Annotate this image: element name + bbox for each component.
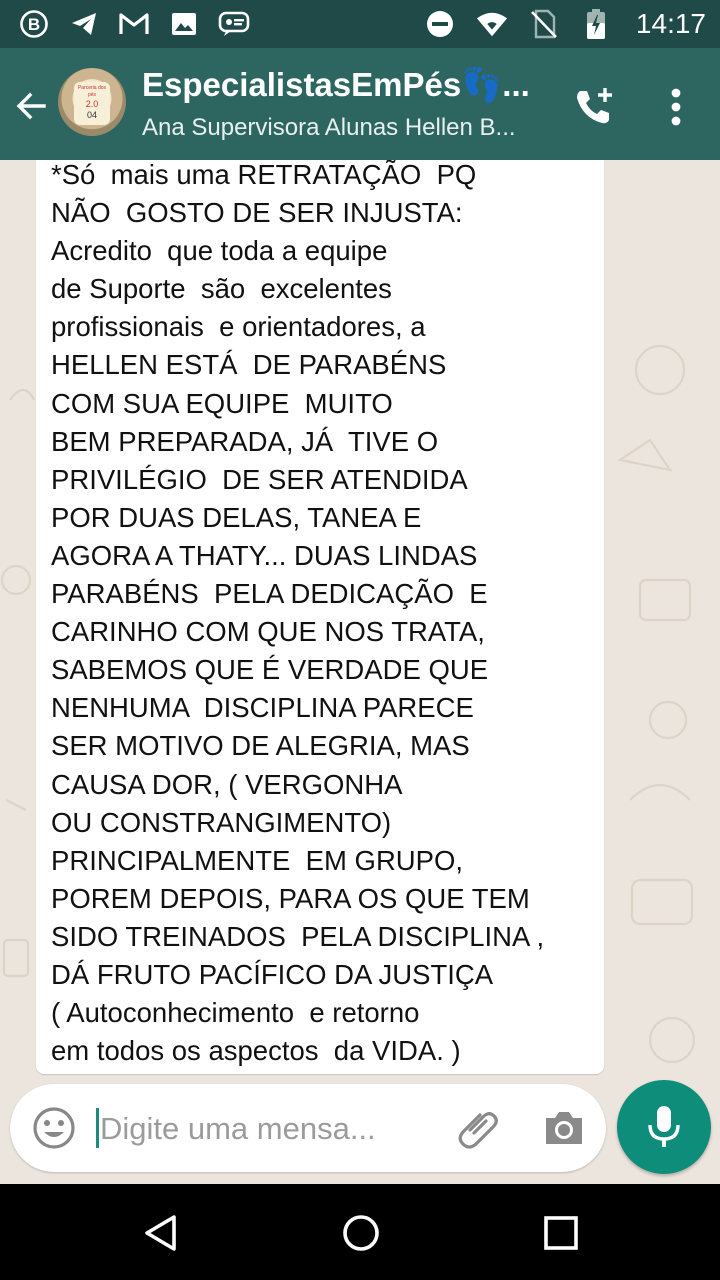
emoji-icon [33,1107,75,1149]
paperclip-icon [458,1112,498,1149]
message-line: SABEMOS QUE É VERDADE QUE [51,654,489,686]
triangle-back-icon [145,1215,176,1251]
do-not-disturb-icon [424,8,456,40]
message-line: *Só mais uma RETRATAÇÃO PQ [51,160,477,190]
b-icon: B [18,8,50,40]
avatar-image: Parceria dos pés 2.0 04 [74,82,110,125]
message-line: POREM DEPOIS, PARA OS QUE TEM [51,882,530,914]
camera-icon [546,1112,582,1144]
square-recents-icon [544,1216,578,1250]
arrow-back-icon [16,92,46,120]
chat-messages[interactable]: *Só mais uma RETRATAÇÃO PQ NÃO GOSTO DE S… [0,160,720,1080]
status-bar: B 14:17 [0,0,720,48]
camera-button[interactable] [540,1104,588,1152]
group-avatar[interactable]: Parceria dos pés 2.0 04 [58,68,126,136]
chat-header: Parceria dos pés 2.0 04 EspecialistasEmP… [0,48,720,160]
message-line: POR DUAS DELAS, TANEA E [51,501,422,533]
message-line: NÃO GOSTO DE SER INJUSTA: [51,197,463,229]
circle-home-icon [343,1215,379,1251]
nav-recents-button[interactable] [536,1208,586,1258]
message-line: de Suporte são excelentes [51,273,392,305]
back-button[interactable] [10,84,54,128]
message-line: AGORA A THATY... DUAS LINDAS [51,539,478,571]
message-line: NENHUMA DISCIPLINA PARECE [51,692,474,724]
emoji-button[interactable] [30,1104,78,1152]
chat-title[interactable]: EspecialistasEmPés👣... [142,66,542,105]
attach-button[interactable] [454,1104,502,1152]
battery-icon [580,8,612,40]
message-line: ( Autoconhecimento e retorno [51,997,420,1029]
system-navigation-bar [0,1184,720,1280]
message-line: COM SUA EQUIPE MUITO [51,387,393,419]
message-line: PARABÉNS PELA DEDICAÇÃO E [51,578,488,610]
message-line: HELLEN ESTÁ DE PARABÉNS [51,349,447,381]
nav-back-button[interactable] [136,1208,186,1258]
add-call-button[interactable] [568,82,618,132]
chat-icon [218,8,250,40]
microphone-icon [648,1106,680,1147]
message-line: BEM PREPARADA, JÁ TIVE O [51,425,439,457]
chat-subtitle[interactable]: Ana Supervisora Alunas Hellen B... [142,114,542,142]
nav-home-button[interactable] [336,1208,386,1258]
no-sim-icon [528,8,560,40]
message-compose-bar [10,1084,606,1172]
clock-time: 14:17 [635,8,706,39]
message-line: profissionais e orientadores, a [51,311,426,343]
message-line: SER MOTIVO DE ALEGRIA, MAS [51,730,470,762]
message-line: DÁ FRUTO PACÍFICO DA JUSTIÇA [51,958,494,990]
message-line: OU CONSTRANGIMENTO) [51,806,392,838]
message-line: Acredito que toda a equipe [51,235,388,267]
message-line: PRINCIPALMENTE EM GRUPO, [51,844,464,876]
image-icon [168,8,200,40]
message-input[interactable] [98,1108,432,1150]
more-vertical-icon [671,88,681,126]
message-bubble[interactable]: *Só mais uma RETRATAÇÃO PQ NÃO GOSTO DE S… [36,160,604,1074]
avatar-text: Parceria dos pés [77,85,107,98]
overflow-menu-button[interactable] [652,82,700,132]
avatar-text: 2.0 [85,99,99,109]
wifi-icon [476,8,508,40]
message-text: *Só mais uma RETRATAÇÃO PQ NÃO GOSTO DE S… [51,160,599,1070]
message-line: em todos os aspectos da VIDA. ) [51,1035,461,1067]
message-line: PRIVILÉGIO DE SER ATENDIDA [51,463,468,495]
voice-record-button[interactable] [617,1080,711,1174]
avatar-text: 04 [86,110,97,120]
message-line: CARINHO COM QUE NOS TRATA, [51,616,485,648]
svg-text:B: B [28,15,40,34]
add-call-icon [577,88,612,124]
message-line: CAUSA DOR, ( VERGONHA [51,768,403,800]
telegram-icon [68,8,100,40]
message-line: SIDO TREINADOS PELA DISCIPLINA , [51,920,545,952]
gmail-icon [118,8,150,40]
